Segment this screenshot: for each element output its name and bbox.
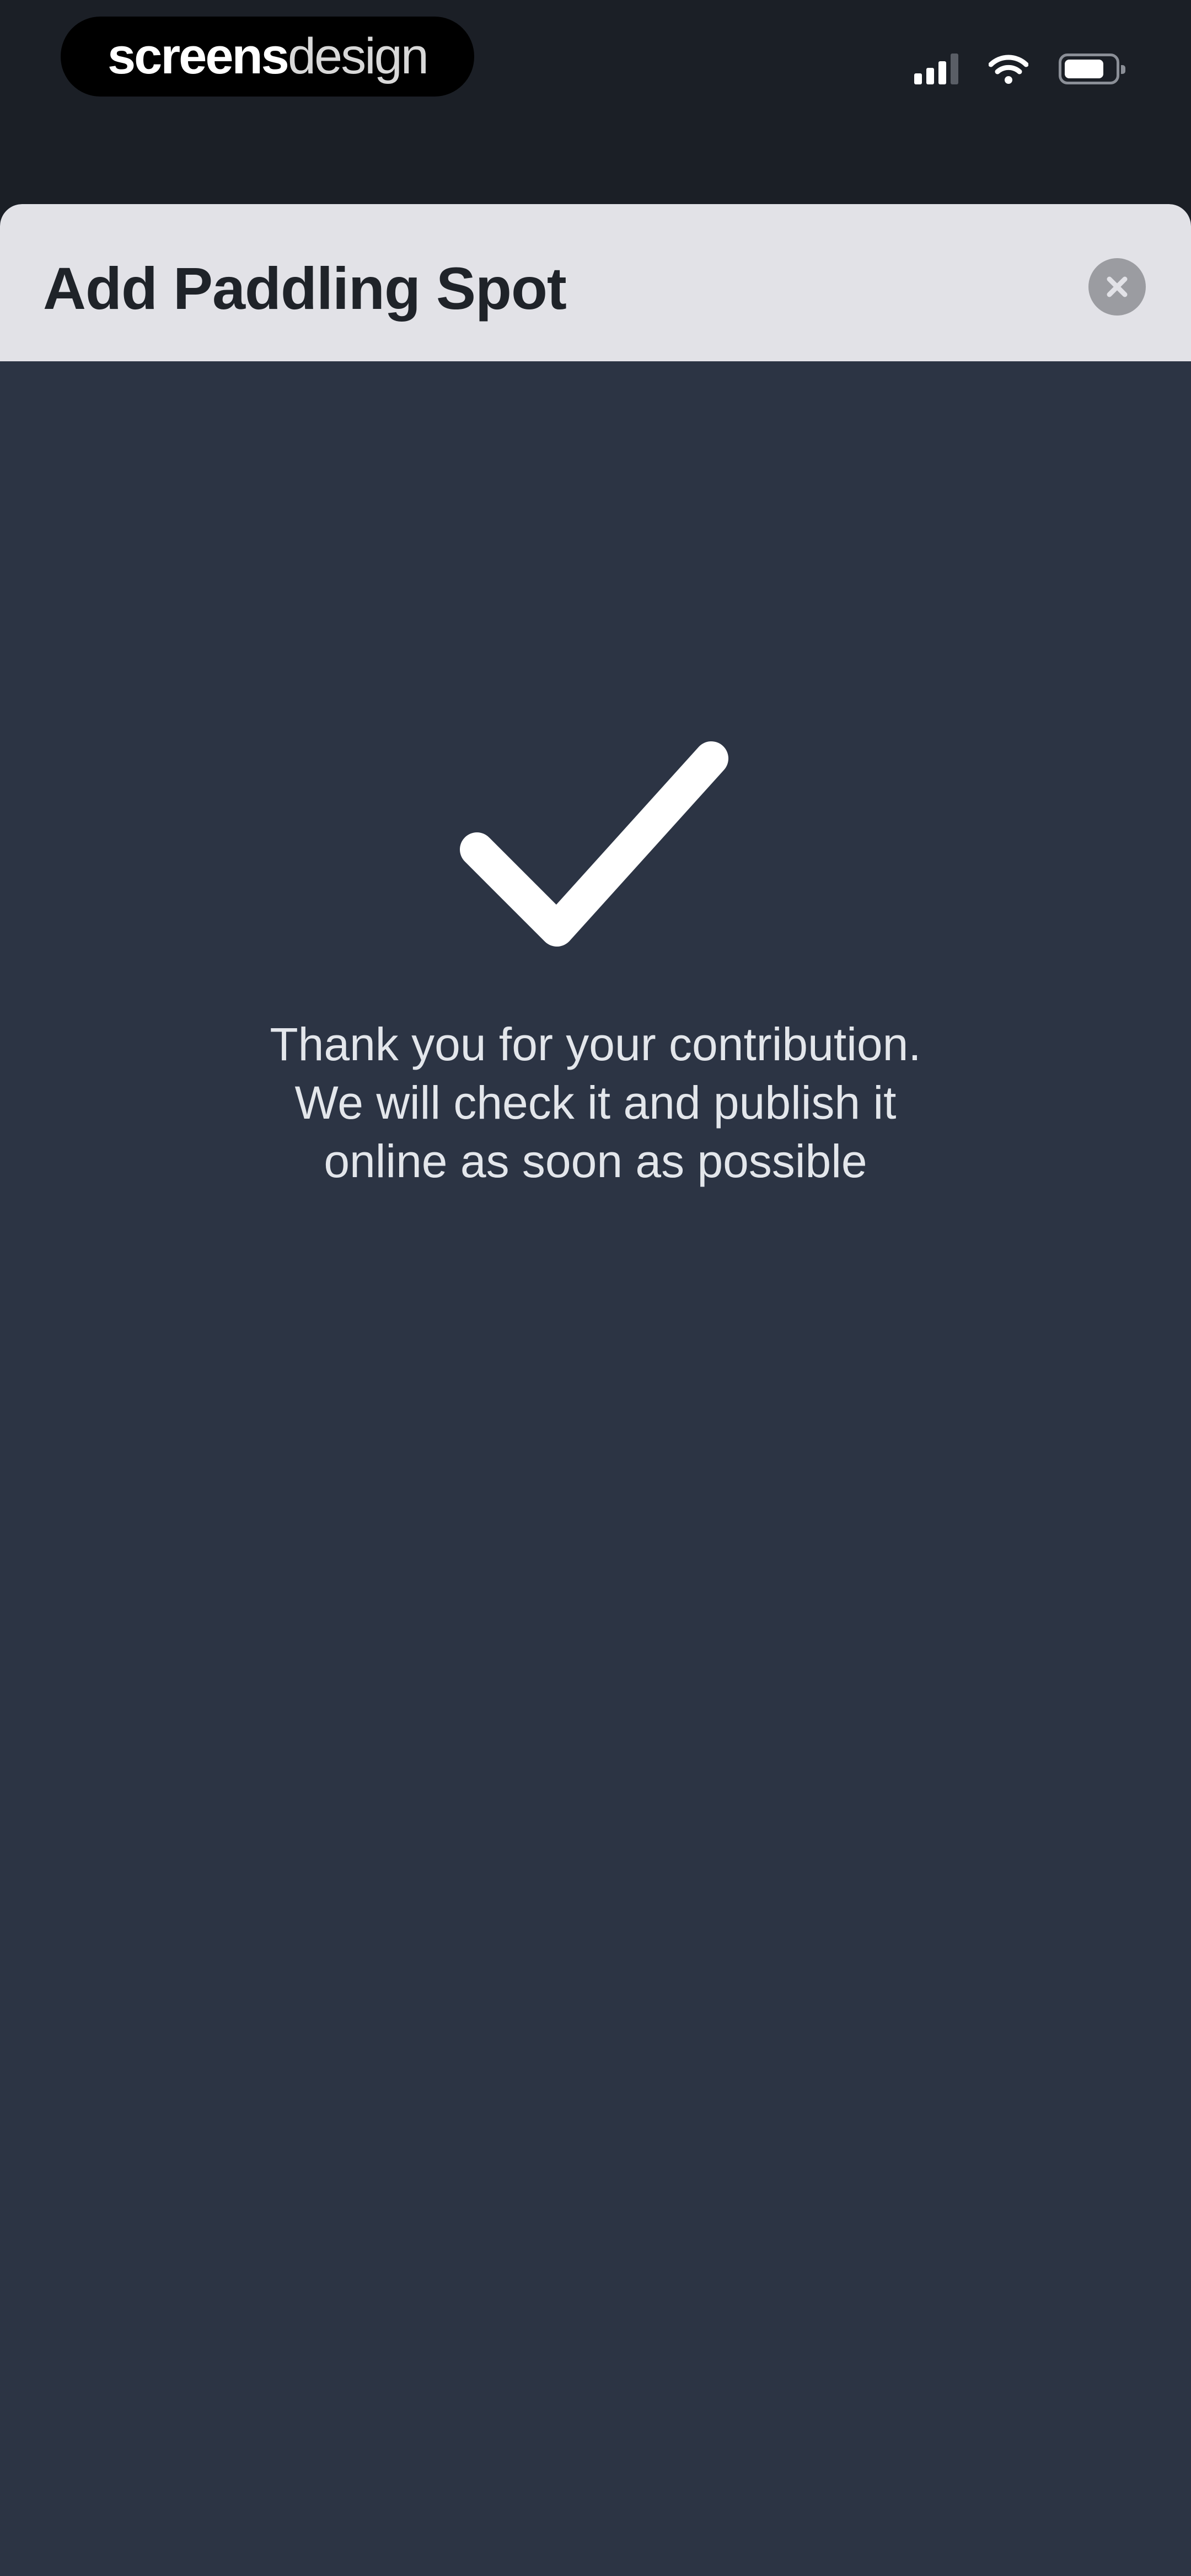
status-icons (914, 50, 1125, 88)
sheet-title: Add Paddling Spot (43, 255, 567, 322)
close-button[interactable] (1088, 258, 1146, 316)
app-screen: screens design Add Paddling Spot Thank y… (0, 0, 1191, 2576)
confirmation-line-1: Thank you for your contribution. (270, 1018, 921, 1070)
status-bar: screens design (0, 0, 1191, 165)
add-paddling-spot-sheet: Add Paddling Spot (0, 204, 1191, 2576)
confirmation-line-2: We will check it and publish it (294, 1077, 897, 1129)
brand-text-light: design (287, 28, 429, 84)
confirmation-message: Thank you for your contribution. We will… (182, 1015, 1009, 1190)
signal-icon (914, 54, 958, 84)
close-icon (1107, 276, 1128, 297)
battery-icon (1059, 54, 1125, 84)
wifi-icon (989, 55, 1028, 84)
brand-text-bold: screens (108, 28, 289, 84)
sheet-header: Add Paddling Spot (0, 204, 1191, 361)
checkmark-icon (460, 741, 728, 947)
confirmation-line-3: online as soon as possible (324, 1135, 867, 1187)
brand-watermark: screens design (61, 17, 474, 97)
